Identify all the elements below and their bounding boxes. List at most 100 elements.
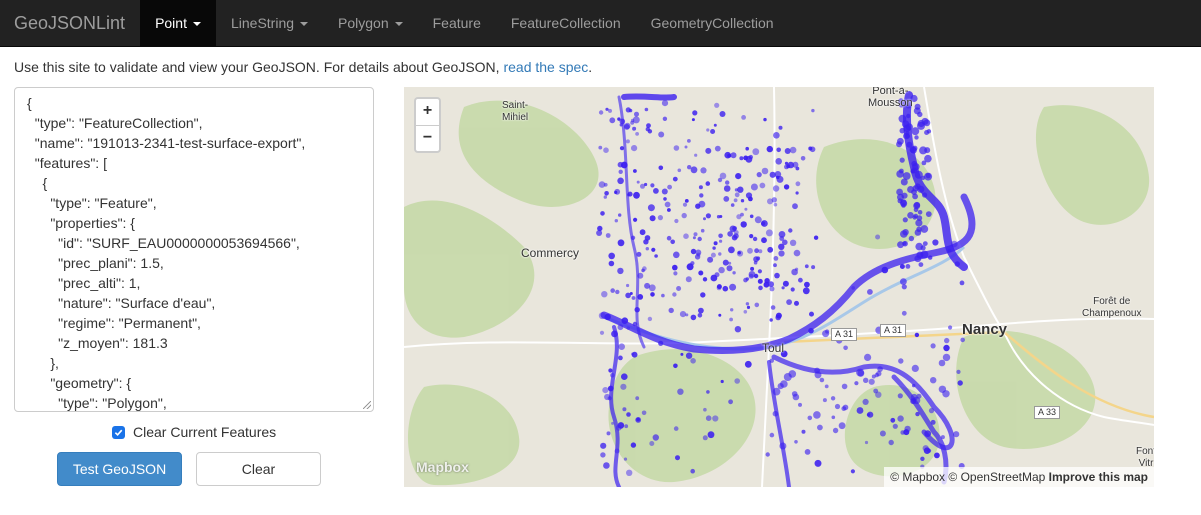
feature-point — [920, 250, 929, 259]
feature-point — [910, 393, 918, 401]
feature-point — [783, 373, 792, 381]
feature-point — [752, 236, 758, 242]
feature-point — [635, 396, 640, 401]
nav-point[interactable]: Point — [140, 0, 216, 46]
feature-point — [624, 424, 629, 429]
feature-point — [922, 445, 929, 452]
feature-point — [804, 281, 810, 288]
clear-features-option[interactable]: Clear Current Features — [112, 424, 276, 440]
feature-point — [700, 167, 707, 174]
test-geojson-button[interactable]: Test GeoJSON — [57, 452, 182, 486]
caret-down-icon — [192, 22, 201, 27]
feature-point — [881, 266, 889, 274]
feature-point — [917, 210, 923, 215]
feature-point — [639, 229, 646, 236]
feature-point — [763, 117, 767, 122]
feature-point — [698, 270, 704, 276]
nav-feature[interactable]: Feature — [418, 0, 496, 46]
feature-point — [682, 202, 688, 207]
feature-point — [734, 192, 740, 198]
feature-point — [611, 330, 618, 338]
map-view[interactable]: Saint- Mihiel Pont-à- Mousson Commercy N… — [404, 87, 1154, 487]
feature-point — [729, 317, 733, 322]
feature-point — [814, 459, 822, 467]
nav-polygon[interactable]: Polygon — [323, 0, 418, 46]
feature-point — [631, 296, 636, 300]
feature-point — [686, 263, 694, 271]
feature-point — [705, 181, 711, 186]
feature-point — [915, 411, 920, 417]
feature-point — [730, 308, 734, 312]
feature-point — [719, 215, 723, 218]
feature-point — [698, 307, 704, 314]
feature-point — [745, 155, 753, 163]
mapbox-logo[interactable]: Mapbox — [416, 459, 469, 475]
feature-point — [819, 377, 825, 383]
feature-point — [718, 233, 723, 239]
feature-point — [905, 133, 910, 139]
geojson-text[interactable]: { "type": "FeatureCollection", "name": "… — [15, 88, 373, 411]
feature-point — [824, 384, 829, 389]
feature-point — [663, 197, 667, 201]
feature-point — [754, 302, 760, 308]
feature-point — [737, 186, 744, 193]
nav-linestring[interactable]: LineString — [216, 0, 323, 46]
feature-point — [930, 343, 936, 349]
feature-point — [600, 211, 605, 216]
brand-logo[interactable]: GeoJSONLint — [0, 0, 140, 46]
spec-link[interactable]: read the spec — [503, 59, 588, 75]
feature-point — [672, 292, 677, 297]
improve-map-link[interactable]: Improve this map — [1049, 470, 1148, 484]
feature-point — [918, 262, 924, 267]
geojson-editor[interactable]: { "type": "FeatureCollection", "name": "… — [14, 87, 374, 412]
zoom-in-button[interactable]: + — [416, 99, 439, 125]
feature-point — [598, 110, 604, 115]
feature-point — [673, 145, 680, 151]
feature-point — [753, 260, 758, 265]
resize-handle-icon[interactable] — [363, 401, 371, 409]
road-label-a31: A 31 — [831, 328, 858, 341]
place-toul: Toul — [762, 341, 785, 355]
nav-geometrycollection[interactable]: GeometryCollection — [636, 0, 789, 46]
feature-point — [940, 435, 945, 440]
feature-point — [625, 107, 631, 113]
checkmark-icon — [114, 429, 123, 436]
feature-point — [763, 281, 770, 288]
nav-featurecollection[interactable]: FeatureCollection — [496, 0, 636, 46]
zoom-out-button[interactable]: − — [416, 125, 439, 151]
feature-point — [838, 422, 846, 430]
clear-button[interactable]: Clear — [196, 452, 321, 486]
feature-point — [723, 196, 730, 202]
feature-point — [928, 408, 935, 414]
feature-point — [873, 388, 879, 394]
feature-point — [644, 235, 651, 241]
feature-point — [623, 457, 628, 461]
clear-features-checkbox[interactable] — [112, 425, 125, 439]
feature-point — [618, 213, 622, 217]
feature-point — [920, 456, 925, 461]
feature-point — [947, 248, 952, 253]
feature-point — [892, 423, 898, 429]
feature-point — [683, 233, 689, 239]
feature-point — [647, 204, 655, 212]
feature-point — [854, 381, 859, 386]
feature-point — [700, 228, 705, 233]
feature-point — [756, 172, 762, 178]
feature-point — [897, 393, 903, 399]
feature-point — [960, 337, 965, 343]
feature-point — [902, 229, 909, 236]
feature-point — [899, 264, 905, 269]
feature-point — [811, 265, 816, 270]
feature-point — [705, 213, 711, 219]
feature-point — [690, 166, 698, 174]
feature-point — [956, 369, 961, 374]
feature-point — [731, 234, 738, 241]
place-pont-a-mousson: Pont-à- Mousson — [868, 87, 913, 109]
mapbox-attribution[interactable]: © Mapbox — [890, 470, 945, 484]
feature-point — [754, 216, 762, 224]
feature-point — [733, 198, 738, 203]
feature-point — [767, 246, 774, 253]
feature-point — [714, 102, 720, 108]
osm-attribution[interactable]: © OpenStreetMap — [948, 470, 1045, 484]
feature-point — [645, 247, 649, 251]
